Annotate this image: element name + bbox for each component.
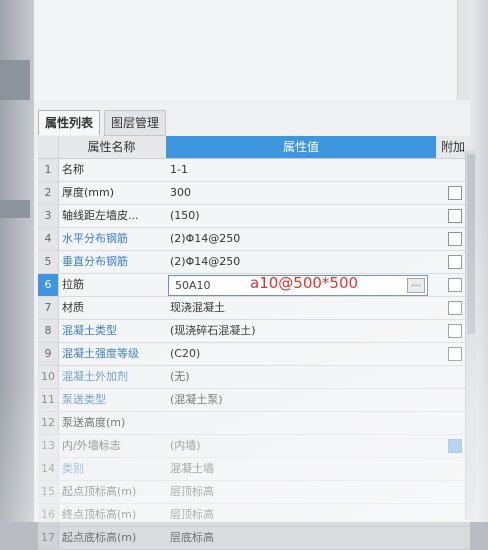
row-value[interactable]: 1-1	[170, 159, 432, 181]
properties-panel: 属性列表 图层管理 属性名称 属性值 附加 1 名称 1-1 2 厚度(mm) …	[34, 100, 476, 550]
row-name: 终点顶标高(m)	[62, 508, 137, 521]
row-name: 混凝土强度等级	[62, 347, 139, 360]
row-value[interactable]: (内墙)	[170, 435, 432, 457]
row-value[interactable]	[170, 412, 432, 434]
left-panel-strip	[0, 60, 30, 100]
addon-checkbox[interactable]	[448, 255, 462, 269]
handwritten-annotation: a10@500*500	[250, 274, 359, 292]
addon-checkbox-checked[interactable]	[448, 439, 462, 453]
row-value[interactable]: (2)Φ14@250	[170, 251, 432, 273]
row-value[interactable]: 层顶标高	[170, 481, 432, 503]
row-value[interactable]: 300	[170, 182, 432, 204]
table-row[interactable]: 1 名称 1-1	[38, 159, 470, 182]
row-name: 轴线距左墙皮...	[62, 209, 139, 222]
row-index: 12	[38, 412, 59, 434]
row-index: 11	[38, 389, 59, 411]
table-row-selected[interactable]: 6 拉筋 50A10 ... a10@500*500	[38, 274, 470, 297]
addon-checkbox[interactable]	[448, 232, 462, 246]
addon-checkbox[interactable]	[448, 186, 462, 200]
table-row[interactable]: 4 水平分布钢筋 (2)Φ14@250	[38, 228, 470, 251]
row-name: 泵送高度(m)	[62, 416, 126, 429]
row-index: 7	[38, 297, 59, 319]
header-index	[38, 136, 59, 158]
table-row[interactable]: 7 材质 现浇混凝土	[38, 297, 470, 320]
addon-checkbox[interactable]	[448, 347, 462, 361]
screen-bezel-left	[0, 0, 34, 522]
row-value[interactable]: (混凝土泵)	[170, 389, 432, 411]
table-row[interactable]: 14 类别 混凝土墙	[38, 458, 470, 481]
table-row[interactable]: 13 内/外墙标志 (内墙)	[38, 435, 470, 458]
table-row[interactable]: 8 混凝土类型 (现浇碎石混凝土)	[38, 320, 470, 343]
row-index: 16	[38, 504, 59, 526]
row-name: 起点底标高(m)	[62, 531, 137, 544]
top-scrollbar[interactable]	[457, 0, 470, 100]
row-name: 名称	[62, 163, 84, 176]
row-index: 10	[38, 366, 59, 388]
row-index: 1	[38, 159, 59, 181]
property-table: 属性名称 属性值 附加 1 名称 1-1 2 厚度(mm) 300 3 轴线距左…	[38, 136, 470, 550]
addon-checkbox[interactable]	[448, 301, 462, 315]
row-name: 拉筋	[62, 278, 84, 291]
table-row[interactable]: 11 泵送类型 (混凝土泵)	[38, 389, 470, 412]
table-row[interactable]: 12 泵送高度(m)	[38, 412, 470, 435]
table-row[interactable]: 9 混凝土强度等级 (C20)	[38, 343, 470, 366]
row-index: 4	[38, 228, 59, 250]
row-value[interactable]: 现浇混凝土	[170, 297, 432, 319]
row-index: 5	[38, 251, 59, 273]
row-index: 6	[38, 274, 59, 296]
row-value[interactable]: 混凝土墙	[170, 458, 432, 480]
row-index: 13	[38, 435, 59, 457]
row-index: 9	[38, 343, 59, 365]
row-index: 8	[38, 320, 59, 342]
table-header: 属性名称 属性值 附加	[38, 136, 470, 159]
row-name: 起点顶标高(m)	[62, 485, 137, 498]
row-index: 3	[38, 205, 59, 227]
row-name: 混凝土类型	[62, 324, 117, 337]
row-value[interactable]: (现浇碎石混凝土)	[170, 320, 432, 342]
addon-checkbox[interactable]	[448, 324, 462, 338]
row-index: 14	[38, 458, 59, 480]
addon-checkbox[interactable]	[448, 278, 462, 292]
row-value[interactable]: (150)	[170, 205, 432, 227]
table-row[interactable]: 10 混凝土外加剂 (无)	[38, 366, 470, 389]
row-value[interactable]: (C20)	[170, 343, 432, 365]
tab-property-list[interactable]: 属性列表	[38, 110, 101, 135]
table-row[interactable]: 15 起点顶标高(m) 层顶标高	[38, 481, 470, 504]
row-value[interactable]: 层底标高	[170, 527, 432, 549]
row-index: 15	[38, 481, 59, 503]
row-value[interactable]: (无)	[170, 366, 432, 388]
addon-checkbox[interactable]	[448, 209, 462, 223]
tab-layer-management[interactable]: 图层管理	[104, 110, 167, 136]
left-panel-strip	[0, 200, 30, 218]
scrollbar-thumb[interactable]	[467, 154, 475, 334]
panel-tabs: 属性列表 图层管理	[34, 110, 470, 136]
ellipsis-button[interactable]: ...	[407, 278, 425, 293]
row-index: 2	[38, 182, 59, 204]
row-name: 材质	[62, 301, 84, 314]
row-value[interactable]: 层顶标高	[170, 504, 432, 526]
table-row[interactable]: 17 起点底标高(m) 层底标高	[38, 527, 470, 550]
row-name: 泵送类型	[62, 393, 106, 406]
row-name: 垂直分布钢筋	[62, 255, 128, 268]
row-name: 内/外墙标志	[62, 439, 121, 452]
table-row[interactable]: 5 垂直分布钢筋 (2)Φ14@250	[38, 251, 470, 274]
row-index: 17	[38, 527, 59, 549]
row-name: 类别	[62, 462, 84, 475]
header-property-value: 属性值	[166, 136, 436, 158]
edit-field-text: 50A10	[175, 279, 211, 292]
row-name: 水平分布钢筋	[62, 232, 128, 245]
row-name: 混凝土外加剂	[62, 370, 128, 383]
table-row[interactable]: 16 终点顶标高(m) 层顶标高	[38, 504, 470, 527]
table-row[interactable]: 2 厚度(mm) 300	[38, 182, 470, 205]
row-value[interactable]: (2)Φ14@250	[170, 228, 432, 250]
drawing-area	[34, 0, 470, 101]
table-scrollbar[interactable]	[465, 150, 476, 520]
table-row[interactable]: 3 轴线距左墙皮... (150)	[38, 205, 470, 228]
header-property-name: 属性名称	[87, 140, 136, 154]
row-name: 厚度(mm)	[62, 186, 115, 199]
